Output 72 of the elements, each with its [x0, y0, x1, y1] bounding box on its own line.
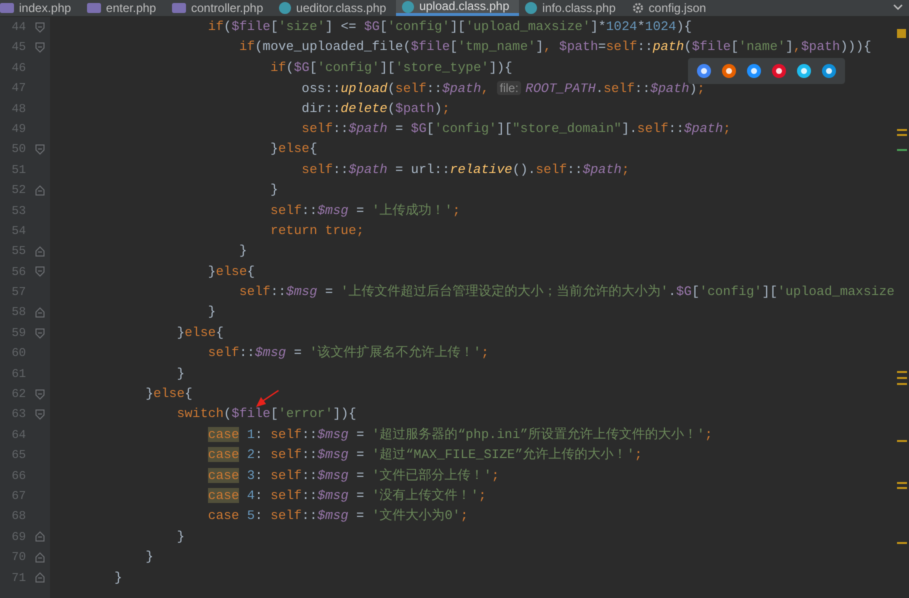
fold-marker-icon[interactable] [35, 409, 45, 420]
code-line: case 2: self::$msg = '超过“MAX_FILE_SIZE”允许上传的大小！'; [207, 446, 642, 464]
code-line: case 1: self::$msg = '超过服务器的“php.ini”所设置允许上传文件的大小！'; [207, 426, 713, 444]
fold-marker-icon[interactable] [35, 42, 45, 54]
code-line: case 4: self::$msg = '没有上传文件！'; [207, 486, 486, 505]
fold-marker-icon[interactable] [35, 144, 45, 156]
code-line: dir::delete($path); [300, 100, 450, 118]
code-line: case 5: self::$msg = '文件大小为0'; [207, 507, 468, 526]
code-line: } [238, 242, 248, 260]
code-line: if($file['size'] <= $G['config']['upload_maxsize']*1024*1024){ [207, 18, 692, 36]
file-tab[interactable]: upload.class.php [396, 0, 520, 16]
warning-marker[interactable] [897, 542, 907, 544]
code-line: }else{ [207, 262, 255, 281]
code-line: self::$path = url::relative().self::$path; [300, 160, 630, 179]
warning-marker[interactable] [897, 440, 907, 442]
file-tab[interactable]: index.php [0, 0, 82, 16]
code-line: }else{ [269, 140, 318, 158]
class-file-icon [525, 2, 538, 14]
browser-icon[interactable] [821, 63, 837, 79]
code-line: self::$path = $G['config']["store_domain"].self::$path; [300, 120, 731, 138]
file-tab[interactable]: controller.php [166, 0, 274, 16]
change-marker[interactable] [897, 149, 907, 151]
code-line: } [113, 568, 122, 587]
fold-marker-icon[interactable] [35, 531, 45, 542]
warning-marker[interactable] [897, 383, 907, 385]
php-file-icon [87, 3, 102, 13]
code-line: }else{ [176, 324, 224, 342]
fold-marker-icon[interactable] [35, 388, 45, 400]
fold-marker-icon[interactable] [35, 572, 45, 584]
warning-marker[interactable] [897, 482, 907, 484]
file-tab[interactable]: info.class.php [519, 0, 626, 16]
warning-marker[interactable] [897, 487, 907, 489]
warning-marker[interactable] [897, 371, 907, 373]
browser-icon[interactable] [696, 63, 712, 79]
warning-marker[interactable] [897, 377, 907, 379]
code-line: } [207, 303, 216, 322]
code-line: switch($file['error']){ [176, 405, 356, 424]
browser-icon[interactable] [771, 63, 787, 79]
code-line: if($G['config']['store_type']){ [269, 58, 512, 77]
fold-marker-icon[interactable] [35, 307, 45, 318]
code-line: self::$msg = '该文件扩展名不允许上传！'; [207, 344, 489, 362]
code-line: return true; [269, 222, 364, 240]
fold-marker-icon[interactable] [35, 22, 45, 33]
browser-icon[interactable] [721, 63, 737, 79]
browser-icon[interactable] [746, 63, 762, 79]
fold-marker-icon[interactable] [35, 184, 45, 196]
class-file-icon [279, 2, 292, 14]
code-line: } [176, 528, 185, 546]
fold-marker-icon[interactable] [35, 246, 45, 257]
gear-icon [632, 2, 644, 14]
browser-icon[interactable] [796, 63, 812, 79]
class-file-icon [402, 0, 414, 12]
file-tab[interactable]: enter.php [81, 0, 166, 16]
code-line: }else{ [144, 385, 192, 404]
code-line: if(move_uploaded_file($file['tmp_name'], $path=self::path($file['name'],$path))){ [238, 38, 872, 56]
fold-marker-icon[interactable] [35, 266, 45, 278]
warning-marker[interactable] [897, 29, 906, 38]
warning-marker[interactable] [897, 129, 907, 131]
file-tab[interactable]: config.json [626, 0, 716, 16]
code-line: self::$msg = '上传成功！'; [269, 202, 460, 220]
code-line: } [176, 364, 185, 383]
php-file-icon [172, 3, 186, 13]
warning-marker[interactable] [897, 134, 907, 136]
code-line: self::$msg = '上传文件超过后台管理设定的大小；当前允许的大小为'.$G['config']['upload_maxsize [238, 283, 895, 302]
code-line: case 3: self::$msg = '文件已部分上传！'; [207, 466, 500, 485]
code-line: } [144, 548, 154, 566]
fold-marker-icon[interactable] [35, 552, 45, 563]
arrow-icon [255, 389, 281, 409]
file-tab[interactable]: ueditor.class.php [273, 0, 396, 16]
code-line: } [269, 181, 278, 200]
php-file-icon [0, 3, 14, 13]
fold-marker-icon[interactable] [35, 328, 45, 339]
